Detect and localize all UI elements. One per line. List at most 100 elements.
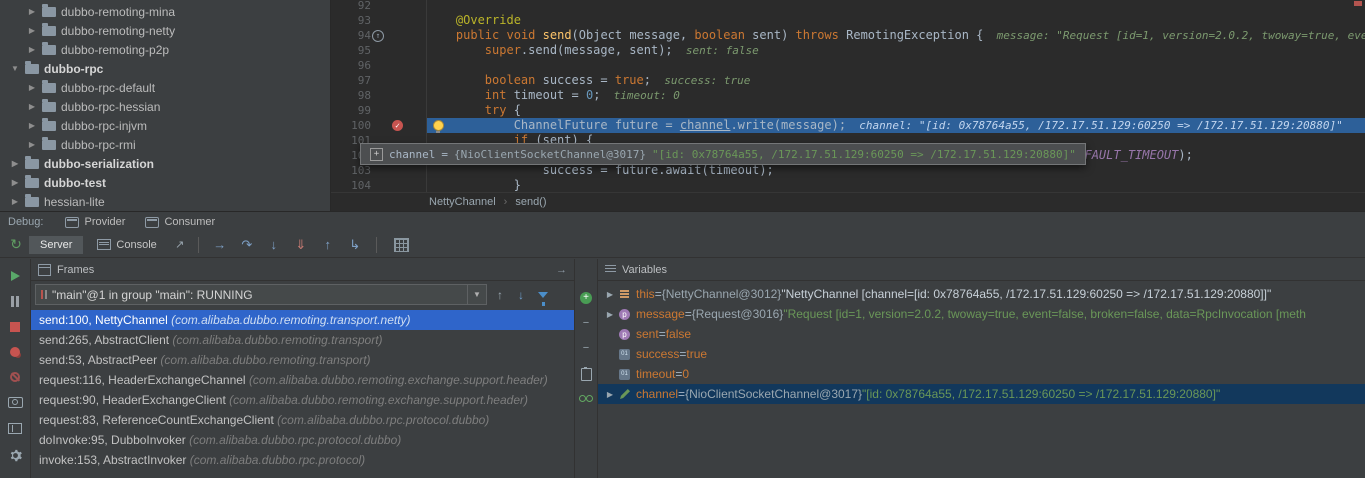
tab-server[interactable]: Server [29,236,83,254]
tree-expand-icon[interactable]: ▶ [27,102,37,111]
tree-item[interactable]: ▶ dubbo-test [0,173,330,192]
pause-icon[interactable] [11,296,19,307]
variable-row[interactable]: 01success = true [598,344,1365,364]
frames-list: send:100, NettyChannel (com.alibaba.dubb… [31,308,574,478]
run-to-cursor-icon[interactable]: ↳ [343,237,367,253]
tree-expand-icon[interactable]: ▶ [27,140,37,149]
view-breakpoints-icon[interactable] [10,347,20,357]
variable-row[interactable]: psent = false [598,324,1365,344]
tree-item[interactable]: ▶dubbo-remoting-mina [0,2,330,21]
tree-item[interactable]: ▶ dubbo-remoting-netty [0,21,330,40]
code-line: 97 boolean success = true; success: true [331,73,1365,88]
step-over-icon[interactable]: ↷ [235,237,259,253]
remove-watch-icon[interactable]: − [583,318,589,329]
stack-frame-row[interactable]: request:116, HeaderExchangeChannel (com.… [31,370,574,390]
intention-bulb-icon[interactable] [433,120,444,131]
debug-toolwindow-header: Debug: Provider Consumer [0,211,1365,233]
line-number[interactable]: 96 [331,58,371,73]
tree-expand-icon[interactable]: ▶ [10,159,20,168]
variable-row[interactable]: ▶pmessage = {Request@3016} "Request [id=… [598,304,1365,324]
tree-expand-icon[interactable]: ▶ [27,26,37,35]
line-number[interactable]: 92 [331,0,371,13]
tree-item[interactable]: ▶dubbo-rpc-injvm [0,116,330,135]
variable-row[interactable]: 01timeout = 0 [598,364,1365,384]
tree-expand-icon[interactable]: ▶ [27,45,37,54]
line-number[interactable]: 99 [331,103,371,118]
show-watches-icon[interactable] [579,395,593,401]
hide-library-frames-icon[interactable] [538,292,548,298]
next-frame-icon[interactable]: ↓ [513,288,529,302]
step-out-icon[interactable]: ↑ [316,237,340,252]
frames-options-icon[interactable]: → [556,264,567,276]
show-execution-point-icon[interactable]: → [208,237,232,252]
tree-item[interactable]: ▶dubbo-rpc-default [0,78,330,97]
tab-console[interactable]: Console [86,236,167,254]
tree-item[interactable]: ▶dubbo-rpc-hessian [0,97,330,116]
stack-frame-row[interactable]: send:100, NettyChannel (com.alibaba.dubb… [31,310,574,330]
restore-layout-icon[interactable] [8,423,22,434]
breadcrumb-class[interactable]: NettyChannel [429,196,496,208]
collapse-icon[interactable]: − [583,343,589,354]
tree-item[interactable]: ▶ dubbo-serialization [0,154,330,173]
previous-frame-icon[interactable]: ↑ [492,288,508,302]
thread-dropdown[interactable]: "main"@1 in group "main": RUNNING ▼ [35,284,487,305]
line-number[interactable]: 93 [331,13,371,28]
tree-expand-icon[interactable]: ▶ [27,83,37,92]
tree-item-label: dubbo-serialization [44,157,154,171]
tree-item[interactable]: ▶dubbo-remoting-p2p [0,40,330,59]
line-number[interactable]: 97 [331,73,371,88]
variable-row[interactable]: ▶channel = {NioClientSocketChannel@3017}… [598,384,1365,404]
debug-tab-provider[interactable]: Provider [55,212,135,232]
copy-icon[interactable] [581,368,592,381]
resume-icon[interactable] [11,271,20,281]
stack-frame-row[interactable]: doInvoke:95, DubboInvoker (com.alibaba.d… [31,430,574,450]
rerun-icon[interactable]: ↻ [6,236,26,253]
chevron-down-icon[interactable]: ▼ [467,285,486,304]
thread-dump-icon[interactable] [8,397,23,408]
jump-to-console-icon[interactable]: ↗ [171,238,189,251]
tree-expand-icon[interactable]: ▶ [27,121,37,130]
stack-frame-row[interactable]: invoke:153, AbstractInvoker (com.alibaba… [31,450,574,470]
tree-item-label: dubbo-test [44,176,106,190]
debug-tab-consumer[interactable]: Consumer [135,212,225,232]
code-line: 99 try { [331,103,1365,118]
stack-frame-row[interactable]: send:53, AbstractPeer (com.alibaba.dubbo… [31,350,574,370]
line-number[interactable]: 95 [331,43,371,58]
variable-expand-icon[interactable]: ▶ [603,390,617,399]
step-into-icon[interactable]: ↓ [262,237,286,252]
stack-frame-row[interactable]: request:83, ReferenceCountExchangeClient… [31,410,574,430]
variable-expand-icon[interactable]: ▶ [603,310,617,319]
stack-frame-row[interactable]: request:90, HeaderExchangeClient (com.al… [31,390,574,410]
line-number[interactable]: 98 [331,88,371,103]
tooltip-object-ref: {NioClientSocketChannel@3017} [454,148,646,161]
tree-item[interactable]: ▼ dubbo-rpc [0,59,330,78]
breadcrumb-method[interactable]: send() [515,196,546,208]
stop-icon[interactable] [10,322,20,332]
line-number[interactable]: 94 [331,28,371,43]
error-stripe-mark[interactable] [1354,1,1362,6]
line-number[interactable]: 104 [331,178,371,193]
force-step-into-icon[interactable]: ⇓ [289,237,313,253]
line-number[interactable]: 100 [331,118,371,133]
override-icon[interactable]: ↑ [372,30,384,42]
stack-frame-row[interactable]: send:265, AbstractClient (com.alibaba.du… [31,330,574,350]
add-watch-icon[interactable]: + [580,292,592,304]
tree-expand-icon[interactable]: ▶ [10,197,20,206]
settings-gear-icon[interactable] [9,449,22,462]
expand-icon[interactable]: + [370,148,383,161]
variable-row[interactable]: ▶this = {NettyChannel@3012} "NettyChanne… [598,284,1365,304]
tree-item-label: dubbo-rpc [44,62,103,76]
code-line: 93 @Override [331,13,1365,28]
mute-breakpoints-icon[interactable] [10,372,20,382]
tree-item-label: dubbo-remoting-netty [61,24,175,38]
tree-item[interactable]: ▶hessian-lite [0,192,330,211]
tree-expand-icon[interactable]: ▶ [27,7,37,16]
thread-icon [41,290,47,299]
tree-item[interactable]: ▶dubbo-rpc-rmi [0,135,330,154]
line-number[interactable]: 103 [331,163,371,178]
tree-expand-icon[interactable]: ▼ [10,64,20,73]
tree-expand-icon[interactable]: ▶ [10,178,20,187]
variable-expand-icon[interactable]: ▶ [603,290,617,299]
breakpoint-icon[interactable]: ✓ [392,120,403,131]
view-breakpoints-grid-icon[interactable] [394,238,409,252]
